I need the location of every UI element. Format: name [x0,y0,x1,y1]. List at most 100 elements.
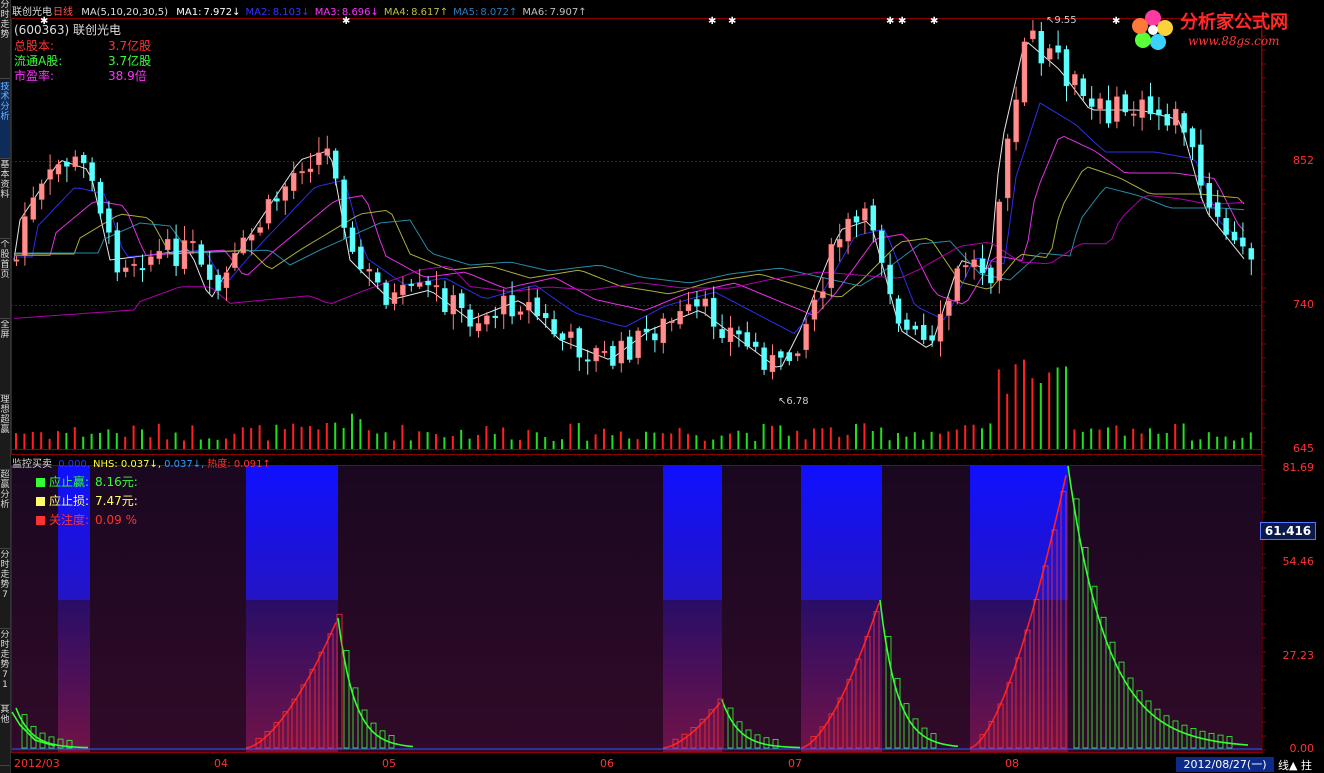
legend-swatch-icon [36,516,45,525]
volume-bar [880,427,883,449]
indicator-name[interactable]: 监控买卖 [12,459,52,470]
volume-bar [737,430,740,449]
volume-bar [15,433,17,449]
candle-body [374,272,381,283]
signal-star-icon: ✱ [886,16,894,27]
volume-bar [132,425,135,449]
candle-body [282,186,289,201]
candle-body [929,335,935,341]
date-axis-label: 04 [214,757,228,770]
volume-bar [1157,433,1160,449]
candle-body [215,274,221,291]
candle-body [232,253,238,268]
chart-canvas[interactable]: ✱ ✱ ✱ ✱ ✱ ✱ ✱ ✱ [0,0,1324,773]
candle-body [904,319,910,330]
indicator-legend-row: 关注度: 0.09 % [36,511,137,528]
candle-body [1164,114,1171,126]
volume-bar [1191,440,1193,449]
signal-zone-red [663,600,722,752]
candle-body [996,201,1003,281]
candle-body [358,246,364,270]
volume-bar [460,429,463,449]
candle-body [1021,41,1028,103]
volume-bar [1014,364,1017,449]
volume-bar [603,428,605,449]
candle-body [500,295,507,315]
candle-body [114,230,121,273]
signal-star-icon: ✱ [898,16,906,27]
volume-bar [250,428,253,449]
volume-bar [393,440,395,449]
volume-bar [653,432,656,449]
volume-bar [409,440,412,449]
candle-body [299,171,305,174]
candle-body [1114,96,1120,122]
candle-body [1231,231,1238,241]
volume-bar [183,440,185,449]
logo-name: 分析家公式网 [1180,12,1288,33]
candle-body [954,268,961,301]
volume-bar [611,435,614,449]
candle-body [198,244,205,265]
date-axis-label: 05 [382,757,396,770]
candle-body [626,336,633,360]
volume-bar [636,439,639,449]
candle-body [442,288,448,313]
volume-bar [645,431,647,449]
volume-bar [1174,424,1177,449]
volume-bar [48,438,51,449]
volume-bar [997,369,1000,449]
candle-body [677,311,683,325]
candle-body [652,333,658,341]
volume-bar [233,433,236,449]
candle-body [920,324,927,340]
candle-body [803,323,809,351]
candle-body [862,208,868,221]
volume-bar [703,440,706,449]
low-price-annotation: ↖6.78 [778,396,809,407]
candle-body [727,327,734,343]
volume-bar [1149,428,1151,449]
volume-bar [418,431,421,449]
volume-bar [527,429,530,449]
moving-average-line [14,135,1245,316]
indicator-value: 0.037↓, [164,459,205,470]
candle-body [526,302,532,311]
candle-body [181,240,188,269]
candle-body [1004,138,1011,199]
candle-body [618,340,625,364]
candle-body [257,227,263,233]
candle-body [1223,218,1229,235]
candle-body [1206,183,1213,208]
candle-body [64,161,70,167]
volume-bar [813,428,815,449]
volume-bar [351,413,353,449]
volume-bar [141,429,143,449]
candle-body [1189,128,1196,148]
volume-bar [216,439,219,449]
volume-bar [401,424,404,449]
volume-bar [40,432,43,449]
legend-swatch-icon [36,478,45,487]
volume-bar [561,439,563,449]
ma-value: MA4: 8.617↑ [383,7,449,18]
candle-body [660,318,667,344]
price-axis-label: 740 [1293,298,1314,311]
volume-bar [1132,428,1135,449]
period-label[interactable]: 日线 [53,7,73,18]
logo-url[interactable]: www.88gs.com [1188,34,1279,48]
candle-body [425,280,431,286]
volume-bar [317,429,320,449]
candle-body [433,285,440,288]
candle-body [584,359,591,362]
signal-star-icon: ✱ [728,16,736,27]
volume-bar [107,429,110,449]
bottom-right-controls[interactable]: 线▲ 拄 [1278,757,1312,773]
volume-bar [955,429,958,449]
volume-bar [762,423,765,449]
candle-body [895,298,902,324]
volume-bar [477,434,479,449]
volume-bar [594,434,597,449]
volume-bar [384,432,387,449]
candle-body [248,234,255,241]
